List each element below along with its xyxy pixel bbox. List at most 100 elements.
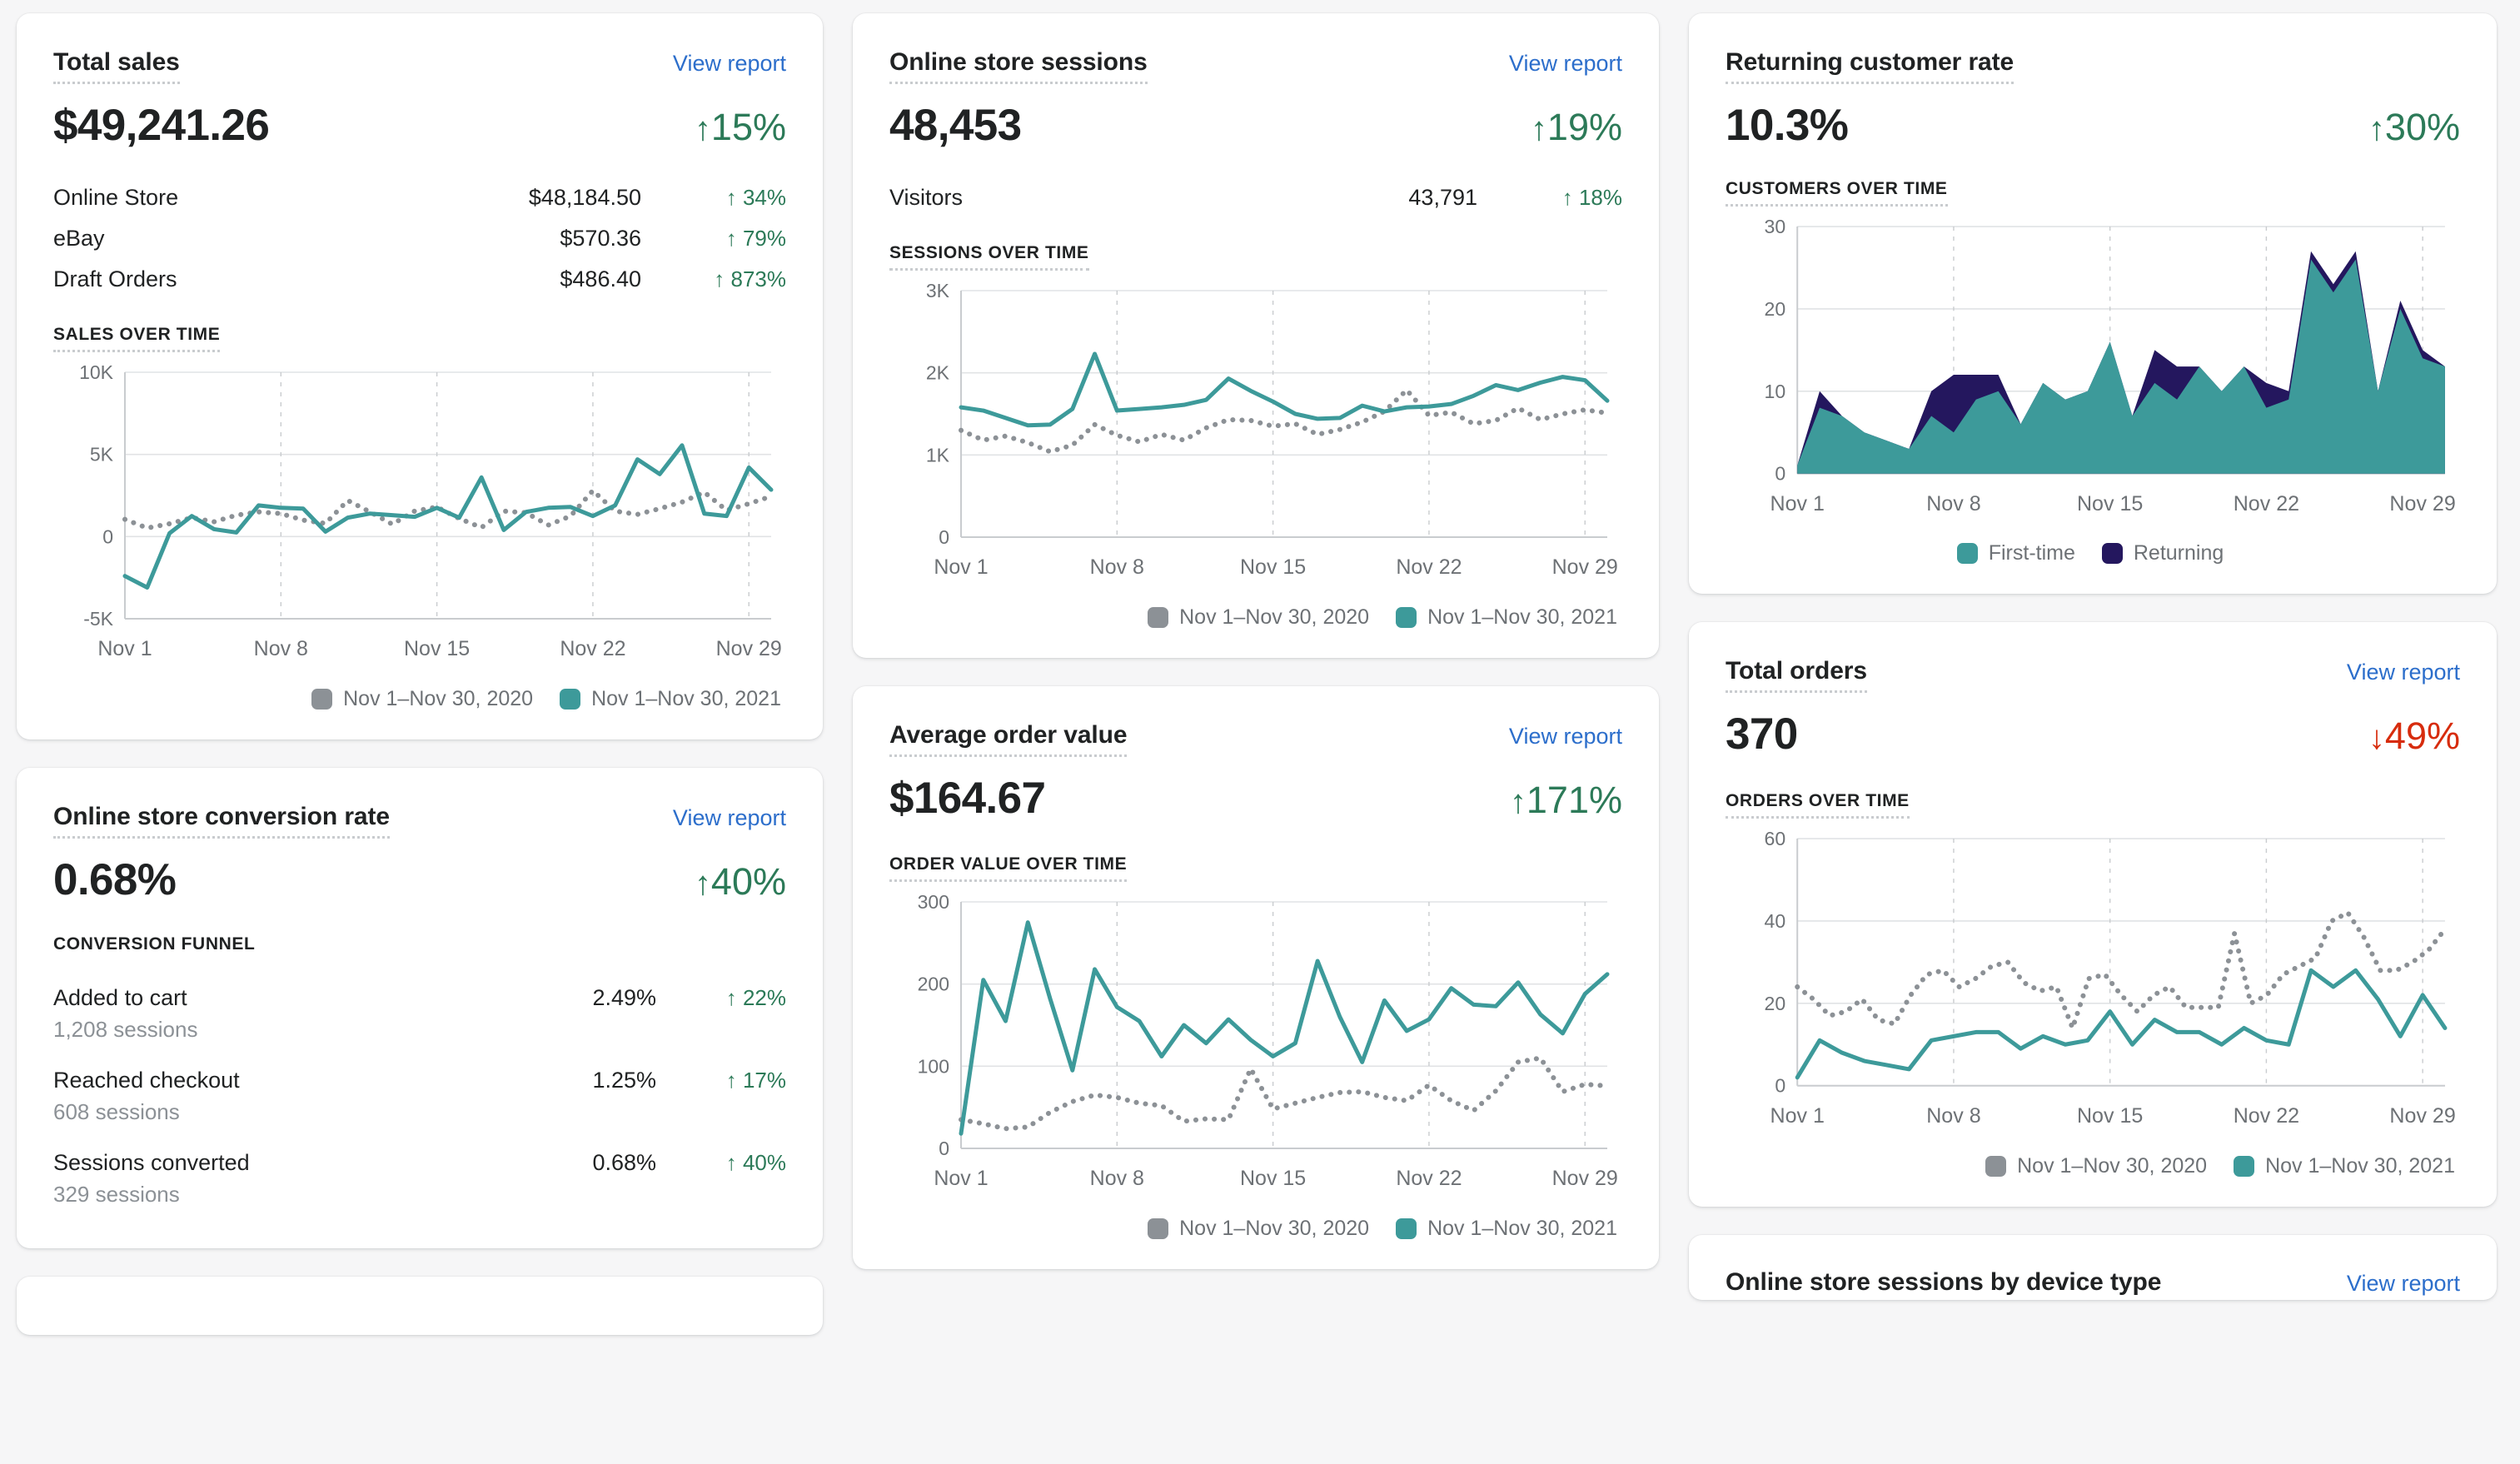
chart-legend: Nov 1–Nov 30, 2020 Nov 1–Nov 30, 2021 (53, 687, 786, 711)
row-change-value: 79% (742, 225, 786, 251)
total-sales-delta: ↑15% (695, 107, 786, 147)
legend-item[interactable]: Nov 1–Nov 30, 2020 (311, 687, 533, 711)
funnel-step: Sessions converted 329 sessions (53, 1150, 592, 1208)
legend-item[interactable]: Nov 1–Nov 30, 2021 (2234, 1154, 2455, 1178)
row-label: Visitors (889, 184, 964, 210)
svg-text:Nov 22: Nov 22 (560, 637, 625, 660)
legend-item[interactable]: Nov 1–Nov 30, 2020 (1148, 605, 1369, 630)
svg-text:Nov 1: Nov 1 (934, 555, 988, 579)
svg-text:0: 0 (939, 526, 949, 548)
row-value: $570.36 (560, 225, 641, 251)
chart-label-sessions-over-time: SESSIONS OVER TIME (889, 243, 1089, 271)
view-report-link-device-type[interactable]: View report (2347, 1268, 2460, 1297)
row-value: 43,791 (1408, 184, 1477, 210)
arrow-up-icon: ↑ (1530, 111, 1547, 147)
metric-row: 48,453 ↑19% (889, 102, 1622, 149)
metric-row: 10.3% ↑30% (1726, 102, 2460, 149)
legend-item[interactable]: Nov 1–Nov 30, 2021 (560, 687, 781, 711)
svg-text:Nov 8: Nov 8 (1926, 491, 1980, 515)
arrow-up-icon: ↑ (694, 111, 711, 147)
chart-label-wrap: ORDER VALUE OVER TIME (889, 854, 1622, 883)
svg-text:Nov 29: Nov 29 (1552, 555, 1618, 579)
list-item: Reached checkout 608 sessions 1.25% ↑ 17… (53, 1055, 786, 1138)
average-order-value-value: $164.67 (889, 773, 1046, 823)
list-item: Added to cart 1,208 sessions 2.49% ↑ 22% (53, 973, 786, 1055)
arrow-up-icon: ↑ (725, 225, 737, 251)
conversion-rate-delta: ↑40% (695, 862, 786, 901)
card-online-store-sessions-by-device-type: Online store sessions by device type Vie… (1689, 1234, 2497, 1300)
conversion-rate-delta-value: 40% (710, 859, 786, 903)
row-value: $48,184.50 (528, 184, 641, 210)
card-header: Total orders View report (1726, 657, 2460, 694)
legend-item[interactable]: Nov 1–Nov 30, 2020 (1148, 1217, 1369, 1241)
svg-text:5K: 5K (90, 443, 114, 465)
svg-text:1K: 1K (926, 444, 950, 466)
sessions-value: 48,453 (889, 101, 1022, 150)
view-report-link-sessions[interactable]: View report (1509, 48, 1622, 77)
card-total-orders: Total orders View report 370 ↓49% ORDERS… (1689, 622, 2497, 1207)
row-change: ↑ 18% (1524, 185, 1622, 211)
svg-text:10: 10 (1765, 380, 1786, 401)
card-total-sales: Total sales View report $49,241.26 ↑15% … (17, 13, 823, 739)
legend-item[interactable]: Nov 1–Nov 30, 2021 (1396, 1217, 1617, 1241)
dashboard-column-middle: Online store sessions View report 48,453… (853, 13, 1659, 1464)
svg-text:Nov 22: Nov 22 (1396, 555, 1462, 579)
returning-customer-rate-delta-value: 30% (2384, 106, 2460, 148)
funnel-step-sessions: 608 sessions (53, 1099, 180, 1125)
chart-sales-over-time: -5K 0 5K 10K Nov 1 Nov 8 Nov 15 Nov 22 Nov 29 (53, 361, 786, 669)
funnel-step-label: Reached checkout (53, 1068, 240, 1093)
svg-text:Nov 1: Nov 1 (1770, 1104, 1824, 1128)
legend-item[interactable]: Nov 1–Nov 30, 2021 (1396, 605, 1617, 630)
chart-label-order-value-over-time: ORDER VALUE OVER TIME (889, 854, 1128, 883)
arrow-up-icon: ↑ (2368, 111, 2385, 147)
total-sales-delta-value: 15% (710, 106, 786, 148)
legend-item[interactable]: Returning (2101, 541, 2224, 565)
returning-customer-rate-delta: ↑30% (2368, 107, 2460, 147)
chart-label-customers-over-time: CUSTOMERS OVER TIME (1726, 179, 1948, 207)
chart-label-wrap: CUSTOMERS OVER TIME (1726, 179, 2460, 207)
svg-text:0: 0 (102, 525, 113, 547)
card-header: Total sales View report (53, 48, 786, 84)
funnel-step-label: Added to cart (53, 985, 187, 1011)
chart-label-wrap: SALES OVER TIME (53, 325, 786, 352)
legend-swatch-returning (2101, 543, 2123, 565)
svg-text:Nov 29: Nov 29 (2389, 1104, 2455, 1128)
legend-item[interactable]: First-time (1956, 541, 2075, 565)
funnel-change-value: 40% (742, 1150, 786, 1176)
svg-text:20: 20 (1765, 993, 1786, 1014)
legend-label-2020: Nov 1–Nov 30, 2020 (1179, 605, 1370, 629)
total-orders-delta: ↓49% (2368, 716, 2460, 755)
row-change-value: 873% (730, 266, 787, 291)
arrow-up-icon: ↑ (725, 1150, 737, 1176)
chart-orders-over-time: 0 20 40 60 Nov 1 Nov 8 Nov 15 Nov 22 Nov 29 (1726, 827, 2460, 1136)
chart-label-wrap: ORDERS OVER TIME (1726, 791, 2460, 819)
chart-sessions-over-time: 0 1K 2K 3K Nov 1 Nov 8 Nov 15 Nov 22 Nov 29 (889, 279, 1622, 587)
card-title-sessions: Online store sessions (889, 48, 1148, 84)
total-orders-delta-value: 49% (2384, 715, 2460, 758)
row-label: Draft Orders (53, 266, 177, 291)
average-order-value-delta-value: 171% (1526, 778, 1622, 821)
chart-legend: First-time Returning (1726, 541, 2460, 565)
conversion-rate-value: 0.68% (53, 854, 177, 904)
view-report-link-total-sales[interactable]: View report (673, 48, 786, 77)
legend-item[interactable]: Nov 1–Nov 30, 2020 (1985, 1154, 2207, 1178)
funnel-step-value: 0.68% (592, 1150, 656, 1176)
svg-text:100: 100 (918, 1056, 949, 1078)
row-value: $486.40 (560, 266, 641, 291)
svg-text:Nov 8: Nov 8 (1090, 555, 1144, 579)
arrow-up-icon: ↑ (694, 864, 711, 902)
svg-text:Nov 15: Nov 15 (2077, 1104, 2143, 1128)
svg-text:0: 0 (939, 1138, 949, 1159)
view-report-link-average-order-value[interactable]: View report (1509, 721, 1622, 749)
funnel-change-value: 17% (742, 1068, 786, 1093)
row-change-value: 18% (1578, 184, 1622, 210)
sessions-breakdown: Visitors 43,791 ↑ 18% (889, 177, 1622, 218)
view-report-link-conversion-rate[interactable]: View report (673, 803, 786, 831)
svg-text:-5K: -5K (83, 608, 113, 630)
chart-label-orders-over-time: ORDERS OVER TIME (1726, 791, 1910, 819)
chart-legend: Nov 1–Nov 30, 2020 Nov 1–Nov 30, 2021 (1726, 1154, 2460, 1178)
chart-customers-over-time: 0 10 20 30 Nov 1 Nov 8 Nov 15 Nov 22 Nov 29 (1726, 215, 2460, 524)
view-report-link-total-orders[interactable]: View report (2347, 657, 2460, 685)
legend-swatch-first-time (1956, 543, 1978, 565)
card-header: Online store conversion rate View report (53, 803, 786, 839)
